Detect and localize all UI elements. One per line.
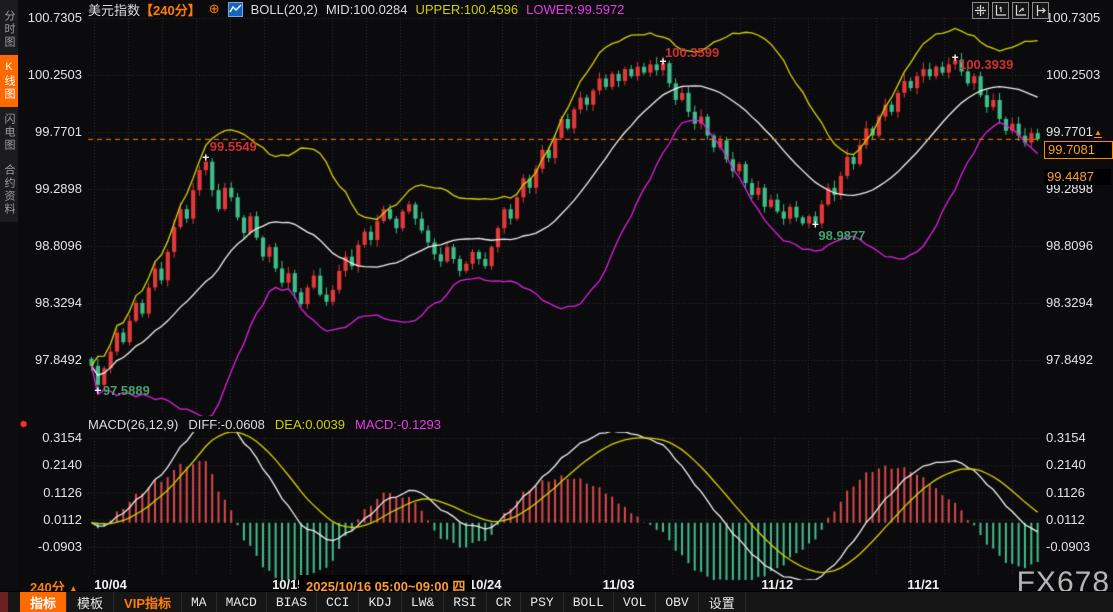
sidebar-item-4[interactable]: 合约资料 (0, 158, 18, 222)
y-tick-left: 100.7305 (20, 10, 82, 25)
toolbar-item-11[interactable]: CR (487, 592, 522, 612)
boll-label: BOLL(20,2) (251, 2, 318, 17)
price-annotation: 97.5889 (103, 383, 150, 398)
toolbar-item-13[interactable]: BOLL (564, 592, 614, 612)
macd-tick-left: 0.0112 (20, 512, 82, 527)
y-tick-right: 100.2503 (1046, 67, 1108, 82)
toolbar-item-5[interactable]: MACD (217, 592, 267, 612)
x-tick: 11/21 (907, 577, 939, 592)
macd-tick-left: -0.0903 (20, 539, 82, 554)
toolbar-item-14[interactable]: VOL (614, 592, 656, 612)
macd-tick-right: 0.1126 (1046, 485, 1108, 500)
macd-tick-left: 0.1126 (20, 485, 82, 500)
sidebar-items: 分时图K线图闪电图合约资料 (0, 0, 18, 222)
toolbar-item-6[interactable]: BIAS (267, 592, 317, 612)
y-tick-right: 98.8096 (1046, 238, 1108, 253)
y-tick-left: 98.3294 (20, 295, 82, 310)
x-tick: 10/24 (469, 577, 502, 592)
chart-header: 美元指数【240分】 ⊕ BOLL(20,2) MID:100.0284 UPP… (88, 1, 624, 17)
x-tick: 10/04 (94, 577, 127, 592)
toolbar-item-16[interactable]: 设置 (699, 592, 746, 612)
toolbar-item-10[interactable]: RSI (444, 592, 486, 612)
y-tick-left: 100.2503 (20, 67, 82, 82)
macd-tick-right: 0.0112 (1046, 512, 1108, 527)
symbol-title: 美元指数【240分】 (88, 0, 201, 19)
macd-tick-right: 0.2140 (1046, 457, 1108, 472)
period-badge: 【240分】 (140, 3, 201, 18)
macd-tick-right: 0.3154 (1046, 430, 1108, 445)
extreme-marker-icon: + (94, 383, 101, 397)
x-tick: 11/12 (761, 577, 793, 592)
zoom-axis-icon[interactable] (992, 2, 1009, 19)
price-up-arrow-icon: ▲ (1094, 128, 1102, 138)
price-annotation: 99.5549 (210, 139, 257, 154)
toolbar-item-1[interactable]: 指标 (20, 592, 67, 612)
sidebar-item-1[interactable]: 分时图 (0, 4, 18, 55)
boll-lower-value: LOWER:99.5972 (526, 2, 624, 17)
price-annotation: 100.3939 (959, 57, 1013, 72)
toolbar-item-3[interactable]: VIP指标 (114, 592, 182, 612)
extreme-marker-icon: + (952, 50, 959, 64)
symbol-name: 美元指数 (88, 3, 140, 18)
y-tick-left: 98.8096 (20, 238, 82, 253)
chart-toolbuttons (972, 2, 1049, 19)
macd-tick-left: 0.2140 (20, 457, 82, 472)
bottom-toolbar: 指标模板VIP指标MAMACDBIASCCIKDJLW&RSICRPSYBOLL… (0, 591, 1113, 612)
sun-marker-icon: ✹ (19, 418, 28, 431)
y-tick-left: 99.7701 (20, 124, 82, 139)
toolbar-item-7[interactable]: CCI (317, 592, 359, 612)
toolbar-item-9[interactable]: LW& (402, 592, 444, 612)
toolbar-item-2[interactable]: 模板 (67, 592, 114, 612)
left-sidebar: 分时图K线图闪电图合约资料 (0, 0, 18, 612)
y-tick-left: 99.2898 (20, 181, 82, 196)
toolbar-items: 指标模板VIP指标MAMACDBIASCCIKDJLW&RSICRPSYBOLL… (8, 592, 746, 612)
chart-type-icon[interactable] (228, 2, 243, 17)
macd-label: MACD(26,12,9) (88, 417, 178, 432)
toolbar-item-8[interactable]: KDJ (359, 592, 401, 612)
secondary-price-box: 99.4487 (1044, 169, 1111, 185)
y-tick-left: 97.8492 (20, 352, 82, 367)
macd-tick-left: 0.3154 (20, 430, 82, 445)
x-tick: 11/03 (603, 577, 635, 592)
macd-tick-right: -0.0903 (1046, 539, 1108, 554)
chart-canvas[interactable] (0, 0, 1113, 612)
sidebar-item-2[interactable]: K线图 (0, 55, 18, 107)
y-tick-right: 97.8492 (1046, 352, 1108, 367)
sidebar-item-3[interactable]: 闪电图 (0, 107, 18, 158)
toolbar-left-edge (0, 592, 8, 612)
macd-header: MACD(26,12,9) DIFF:-0.0608 DEA:0.0039 MA… (88, 417, 441, 432)
macd-diff-value: DIFF:-0.0608 (188, 417, 265, 432)
price-annotation: 98.9877 (818, 228, 865, 243)
price-annotation: 100.3599 (665, 45, 719, 60)
extreme-marker-icon: + (202, 150, 209, 164)
y-tick-right: 100.7305 (1046, 10, 1108, 25)
toolbar-item-4[interactable]: MA (182, 592, 217, 612)
macd-macd-value: MACD:-0.1293 (355, 417, 441, 432)
macd-dea-value: DEA:0.0039 (275, 417, 345, 432)
toolbar-item-15[interactable]: OBV (656, 592, 698, 612)
toolbar-item-12[interactable]: PSY (521, 592, 563, 612)
collapse-panel-icon[interactable] (1032, 2, 1049, 19)
pan-axis-icon[interactable] (1012, 2, 1029, 19)
boll-upper-value: UPPER:100.4596 (416, 2, 519, 17)
current-price-box: 99.7081 (1044, 141, 1113, 159)
y-tick-right: 98.3294 (1046, 295, 1108, 310)
crosshair-icon[interactable] (972, 2, 989, 19)
trading-app: { "header": { "symbol": "美元指数", "period"… (0, 0, 1113, 612)
boll-mid-value: MID:100.0284 (326, 2, 408, 17)
compare-add-icon[interactable]: ⊕ (209, 1, 220, 17)
